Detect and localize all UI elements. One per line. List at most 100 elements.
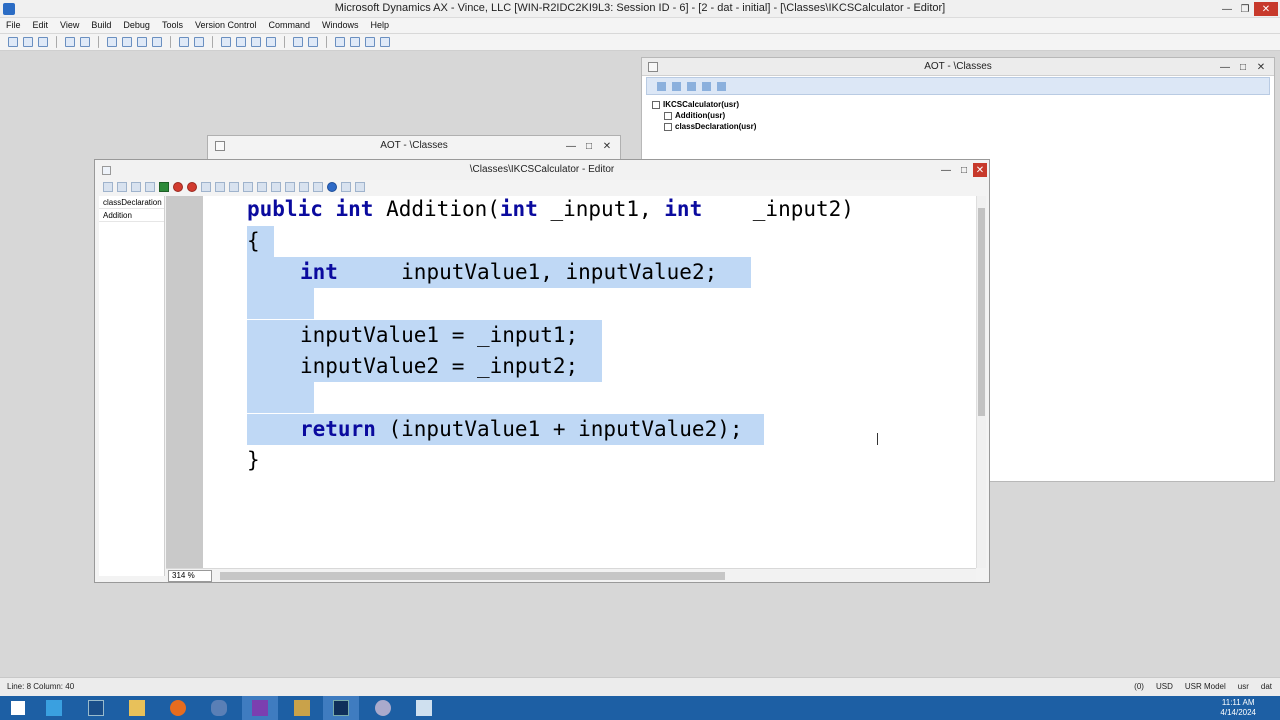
- vertical-scrollbar[interactable]: [976, 196, 986, 568]
- taskbar-notepad[interactable]: [406, 696, 442, 720]
- help-icon[interactable]: [327, 182, 337, 192]
- minimize-button[interactable]: —: [562, 139, 580, 153]
- taskbar-explorer[interactable]: [119, 696, 155, 720]
- aot-minimize-button[interactable]: —: [1216, 60, 1234, 74]
- taskbar-dynamics-ax[interactable]: [323, 696, 359, 720]
- menu-file[interactable]: File: [6, 18, 21, 33]
- delete-icon[interactable]: [152, 37, 162, 47]
- uncomment-icon[interactable]: [285, 182, 295, 192]
- outdent-icon[interactable]: [257, 182, 267, 192]
- menu-windows[interactable]: Windows: [322, 18, 359, 33]
- print-preview-icon[interactable]: [80, 37, 90, 47]
- close-button[interactable]: ✕: [598, 139, 616, 153]
- tree-node-addition[interactable]: Addition(usr): [652, 110, 1264, 121]
- taskbar-clock[interactable]: 11:11 AM 4/14/2024: [1220, 698, 1256, 718]
- comment-icon[interactable]: [271, 182, 281, 192]
- taskbar-visual-studio[interactable]: [242, 696, 278, 720]
- new-method-icon[interactable]: [103, 182, 113, 192]
- vertical-scroll-thumb[interactable]: [978, 208, 985, 416]
- replace-icon[interactable]: [313, 182, 323, 192]
- grid-icon[interactable]: [221, 37, 231, 47]
- run-icon[interactable]: [159, 182, 169, 192]
- editor-maximize-button[interactable]: □: [955, 163, 973, 177]
- record-info-icon[interactable]: [251, 37, 261, 47]
- maximize-button[interactable]: □: [580, 139, 598, 153]
- script-icon[interactable]: [229, 182, 239, 192]
- menu-build[interactable]: Build: [91, 18, 111, 33]
- menu-version-control[interactable]: Version Control: [195, 18, 257, 33]
- horizontal-scrollbar[interactable]: [218, 571, 970, 581]
- horizontal-scroll-thumb[interactable]: [220, 572, 725, 580]
- code-area[interactable]: public int Addition(int _input1, int _in…: [203, 196, 977, 568]
- save-icon[interactable]: [117, 182, 127, 192]
- find-icon[interactable]: [194, 37, 204, 47]
- zoom-select[interactable]: 314 %: [168, 570, 212, 582]
- options-icon[interactable]: [355, 182, 365, 192]
- minimize-button[interactable]: —: [1218, 2, 1236, 16]
- menu-help[interactable]: Help: [371, 18, 390, 33]
- alert-icon[interactable]: [293, 37, 303, 47]
- taskbar-tools[interactable]: [284, 696, 320, 720]
- editor-title-bar: \Classes\IKCSCalculator - Editor — □ ✕: [95, 160, 989, 180]
- tree-node-classdeclaration[interactable]: classDeclaration(usr): [652, 121, 1264, 132]
- taskbar-app[interactable]: [201, 696, 237, 720]
- menu-debug[interactable]: Debug: [123, 18, 150, 33]
- menu-edit[interactable]: Edit: [33, 18, 49, 33]
- model-layer[interactable]: USR Model: [1185, 682, 1226, 691]
- indent-icon[interactable]: [243, 182, 253, 192]
- code-line-5: inputValue1 = _input1;: [247, 320, 602, 351]
- keyword: return: [300, 417, 376, 441]
- currency[interactable]: USD: [1156, 682, 1173, 691]
- document-icon[interactable]: [308, 37, 318, 47]
- method-list-item[interactable]: classDeclaration: [99, 196, 164, 209]
- collapse-icon[interactable]: [717, 81, 726, 91]
- editor-close-button[interactable]: ✕: [973, 163, 987, 177]
- taskbar-powershell[interactable]: [78, 696, 114, 720]
- editor-minimize-button[interactable]: —: [937, 163, 955, 177]
- open-folder-icon[interactable]: [657, 81, 666, 91]
- new-icon[interactable]: [8, 37, 18, 47]
- breakpoint-icon[interactable]: [173, 182, 183, 192]
- taskbar-server-manager[interactable]: [36, 696, 72, 720]
- close-button[interactable]: ✕: [1254, 2, 1278, 16]
- navigate-icon[interactable]: [365, 37, 375, 47]
- aot-close-button[interactable]: ✕: [1252, 60, 1270, 74]
- zoom-icon[interactable]: [335, 37, 345, 47]
- remove-breakpoints-icon[interactable]: [187, 182, 197, 192]
- refresh-icon[interactable]: [266, 37, 276, 47]
- menu-view[interactable]: View: [60, 18, 79, 33]
- close-form-icon[interactable]: [380, 37, 390, 47]
- undo-icon[interactable]: [131, 182, 141, 192]
- aot-maximize-button[interactable]: □: [1234, 60, 1252, 74]
- redo-icon[interactable]: [145, 182, 155, 192]
- company[interactable]: dat: [1261, 682, 1272, 691]
- notification-count[interactable]: (0): [1134, 682, 1144, 691]
- copy-icon[interactable]: [107, 37, 117, 47]
- lookup-icon[interactable]: [215, 182, 225, 192]
- dynamics-ax-icon: [333, 700, 349, 716]
- taskbar-settings[interactable]: [365, 696, 401, 720]
- filter-icon[interactable]: [122, 37, 132, 47]
- restore-button[interactable]: ❐: [1236, 2, 1254, 16]
- find-icon[interactable]: [299, 182, 309, 192]
- user[interactable]: usr: [1238, 682, 1249, 691]
- paste-icon[interactable]: [137, 37, 147, 47]
- open-icon[interactable]: [23, 37, 33, 47]
- properties-icon[interactable]: [672, 81, 681, 91]
- menu-tools[interactable]: Tools: [162, 18, 183, 33]
- compile-icon[interactable]: [201, 182, 211, 192]
- go-to-icon[interactable]: [350, 37, 360, 47]
- taskbar-firefox[interactable]: [160, 696, 196, 720]
- save-icon[interactable]: [38, 37, 48, 47]
- tile-icon[interactable]: [236, 37, 246, 47]
- menu-command[interactable]: Command: [269, 18, 311, 33]
- start-button[interactable]: [0, 696, 36, 720]
- compile-icon[interactable]: [687, 81, 696, 91]
- method-list-item[interactable]: Addition: [99, 209, 164, 222]
- print-icon[interactable]: [65, 37, 75, 47]
- import-icon[interactable]: [702, 81, 711, 91]
- toolbar-separator: [56, 36, 57, 48]
- tree-node-root[interactable]: IKCSCalculator(usr): [652, 99, 1264, 110]
- list-icon[interactable]: [341, 182, 351, 192]
- sort-icon[interactable]: [179, 37, 189, 47]
